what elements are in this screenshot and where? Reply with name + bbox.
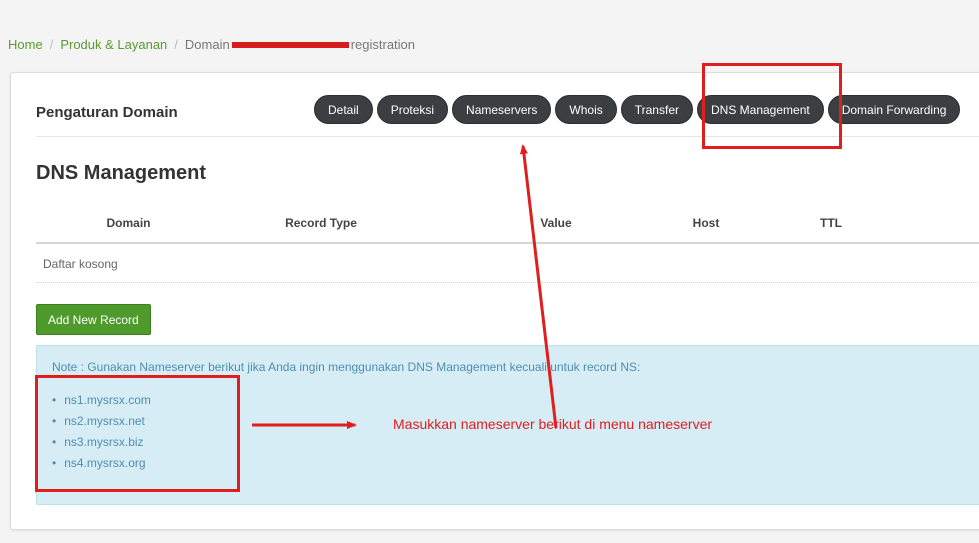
table-row-divider <box>36 282 979 283</box>
breadcrumb-current-prefix: Domain <box>184 37 230 52</box>
highlight-box-dns-tab <box>702 63 842 149</box>
column-header-value: Value <box>540 216 572 230</box>
tab-detail[interactable]: Detail <box>314 95 373 124</box>
annotation-label: Masukkan nameserver berikut di menu name… <box>393 416 713 432</box>
column-header-record-type: Record Type <box>285 216 357 230</box>
panel-title: Pengaturan Domain <box>36 104 178 121</box>
add-new-record-button[interactable]: Add New Record <box>36 304 151 335</box>
breadcrumb-current-suffix: registration <box>350 37 416 52</box>
section-title: DNS Management <box>36 162 207 184</box>
breadcrumb: Home / Produk & Layanan / Domain registration <box>8 37 415 52</box>
domain-tabs: Detail Proteksi Nameservers Whois Transfer DN… <box>314 95 964 124</box>
tab-proteksi[interactable]: Proteksi <box>376 95 449 124</box>
redaction-mark <box>231 41 349 48</box>
table-header-divider <box>36 242 979 244</box>
breadcrumb-separator: / <box>49 37 54 52</box>
note-text: Note : Gunakan Nameserver berikut jika A… <box>52 360 641 374</box>
column-header-ttl: TTL <box>820 216 842 230</box>
column-header-host: Host <box>692 216 720 230</box>
breadcrumb-separator: / <box>174 37 178 52</box>
tab-nameservers[interactable]: Nameservers <box>452 95 552 124</box>
breadcrumb-home-link[interactable]: Home <box>8 37 43 52</box>
breadcrumb-products-link[interactable]: Produk & Layanan <box>60 37 167 52</box>
highlight-box-nameservers <box>35 375 240 492</box>
tab-domain-forwarding[interactable]: Domain Forwarding <box>827 95 961 124</box>
empty-table-text: Daftar kosong <box>43 257 118 271</box>
tab-transfer[interactable]: Transfer <box>620 95 693 124</box>
column-header-domain: Domain <box>106 216 151 230</box>
tab-whois[interactable]: Whois <box>555 95 617 124</box>
